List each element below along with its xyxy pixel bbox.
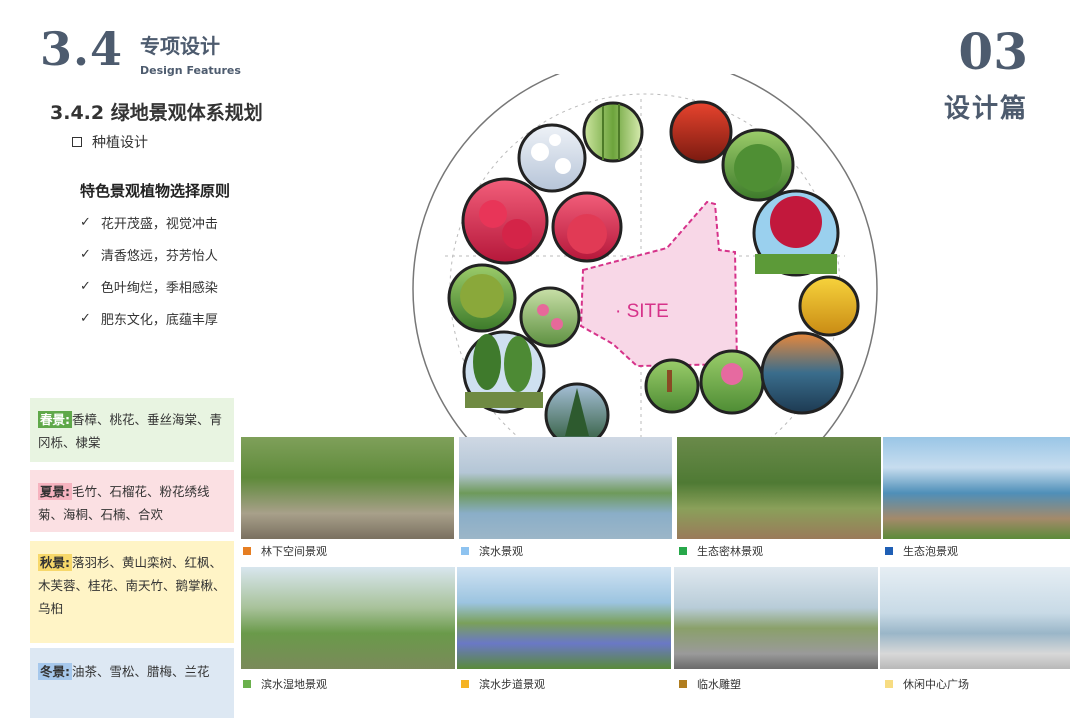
gallery-photo [457,567,671,669]
gallery-caption-text: 生态密林景观 [697,545,763,558]
principle-text: 肥东文化，底蕴丰厚 [100,313,218,328]
season-plants: 油茶、雪松、腊梅、兰花 [72,664,210,679]
gallery-caption-text: 临水雕塑 [697,678,741,691]
plant-circle-diagram: · SITE [412,74,878,439]
chapter-name: 设计篇 [943,94,1028,124]
gallery-caption-text: 休闲中心广场 [903,678,969,691]
site-label: · SITE [615,301,669,322]
season-winter-box: 冬景: 油茶、雪松、腊梅、兰花 [30,648,234,718]
section-subtitle: Design Features [140,64,241,77]
gallery-photo [241,437,454,539]
gallery-photo [677,437,881,539]
chapter-number: 03 [958,22,1028,81]
season-tag: 春景: [38,411,72,428]
legend-square-icon [885,547,893,555]
subsection-title: 3.4.2 绿地景观体系规划 [50,102,263,124]
plant-photo-circle [752,189,840,277]
gallery-caption-text: 滨水湿地景观 [261,678,327,691]
plant-photo-circle [551,191,623,263]
section-title: 专项设计 [140,34,220,58]
gallery-caption: 生态泡景观 [885,543,958,559]
plant-photo-circle [582,101,644,163]
principle-item: ✓ 花开茂盛，视觉冲击 [80,213,218,232]
plant-photo-circle [760,331,844,415]
section-number: 3.4 [40,22,124,76]
planting-design-label: 种植设计 [92,135,148,151]
plant-photo-circle [699,349,765,415]
season-autumn-box: 秋景: 落羽杉、黄山栾树、红枫、木芙蓉、桂花、南天竹、鹅掌楸、乌桕 [30,541,234,643]
gallery-caption-text: 林下空间景观 [261,545,327,558]
plant-photo-circle [644,358,700,414]
principle-item: ✓ 色叶绚烂，季相感染 [80,277,218,296]
season-summer-box: 夏景: 毛竹、石榴花、粉花绣线菊、海桐、石楠、合欢 [30,470,234,532]
principles-title: 特色景观植物选择原则 [80,182,231,200]
gallery-photo [674,567,878,669]
plant-photo-circle [461,177,549,265]
gallery-caption-text: 生态泡景观 [903,545,958,558]
plant-photo-circle [517,123,587,193]
plant-photo-circle [544,382,610,439]
legend-square-icon [679,547,687,555]
gallery-caption: 林下空间景观 [243,543,327,559]
legend-square-icon [243,680,251,688]
principle-text: 清香悠远，芬芳怡人 [100,249,218,264]
gallery-photo [880,567,1070,669]
plant-photo-circle [519,286,581,348]
legend-square-icon [461,680,469,688]
principle-text: 色叶绚烂，季相感染 [100,281,218,296]
check-icon: ✓ [80,311,91,326]
gallery-photo [241,567,455,669]
principle-item: ✓ 肥东文化，底蕴丰厚 [80,309,218,328]
season-tag: 冬景: [38,663,72,680]
plant-photo-circle [462,330,546,414]
gallery-caption-text: 滨水步道景观 [479,678,545,691]
gallery-caption: 临水雕塑 [679,676,741,692]
check-icon: ✓ [80,215,91,230]
plant-photo-circle [447,263,517,333]
gallery-caption: 滨水湿地景观 [243,676,327,692]
season-spring-box: 春景: 香樟、桃花、垂丝海棠、青冈栎、棣棠 [30,398,234,462]
gallery-caption-text: 滨水景观 [479,545,523,558]
gallery-caption: 滨水步道景观 [461,676,545,692]
check-icon: ✓ [80,247,91,262]
plant-photo-circle [798,275,860,337]
gallery-photo [883,437,1070,539]
legend-square-icon [885,680,893,688]
legend-square-icon [679,680,687,688]
plant-photo-circle [721,128,795,202]
gallery-caption: 休闲中心广场 [885,676,969,692]
plant-photo-circle [669,100,733,164]
gallery-caption: 滨水景观 [461,543,523,559]
checkbox-square-icon [72,137,82,147]
principle-item: ✓ 清香悠远，芬芳怡人 [80,245,218,264]
season-tag: 夏景: [38,483,72,500]
principle-text: 花开茂盛，视觉冲击 [100,217,218,232]
legend-square-icon [461,547,469,555]
gallery-caption: 生态密林景观 [679,543,763,559]
planting-design-item: 种植设计 [72,132,148,152]
gallery-photo [459,437,672,539]
season-tag: 秋景: [38,554,72,571]
check-icon: ✓ [80,279,91,294]
legend-square-icon [243,547,251,555]
